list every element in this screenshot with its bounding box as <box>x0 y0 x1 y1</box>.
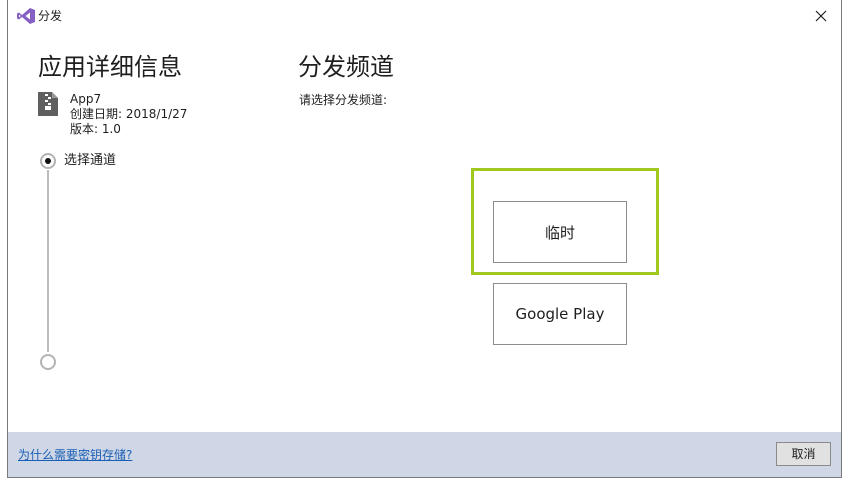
distribution-channel-heading: 分发频道 <box>298 53 394 81</box>
app-created-date: 创建日期: 2018/1/27 <box>70 107 188 121</box>
step-indicator-select-channel <box>40 153 56 169</box>
step-label-select-channel: 选择通道 <box>64 153 117 168</box>
step-progress-line <box>47 170 49 352</box>
keystore-help-link[interactable]: 为什么需要密钥存储? <box>18 447 132 463</box>
app-version: 版本: 1.0 <box>70 122 121 136</box>
visual-studio-icon <box>17 8 35 24</box>
distribution-channel-prompt: 请选择分发频道: <box>299 93 388 107</box>
ad-hoc-channel-button[interactable]: 临时 <box>493 201 627 263</box>
title-bar: 分发 <box>8 0 841 32</box>
window-title: 分发 <box>38 9 63 23</box>
dialog-footer: 为什么需要密钥存储? 取消 <box>8 432 841 477</box>
step-indicator-next <box>40 354 56 370</box>
close-button[interactable] <box>801 0 841 32</box>
cancel-button[interactable]: 取消 <box>776 442 831 466</box>
close-icon <box>815 10 827 22</box>
google-play-channel-button[interactable]: Google Play <box>493 283 627 345</box>
app-info: App7 创建日期: 2018/1/27 版本: 1.0 <box>70 92 187 137</box>
zip-file-icon <box>38 92 58 116</box>
app-details-heading: 应用详细信息 <box>38 53 182 81</box>
app-name: App7 <box>70 92 102 106</box>
distribute-dialog: 分发 应用详细信息 App7 创建日期: 2018/1/27 版本: 1.0 选… <box>7 0 842 478</box>
